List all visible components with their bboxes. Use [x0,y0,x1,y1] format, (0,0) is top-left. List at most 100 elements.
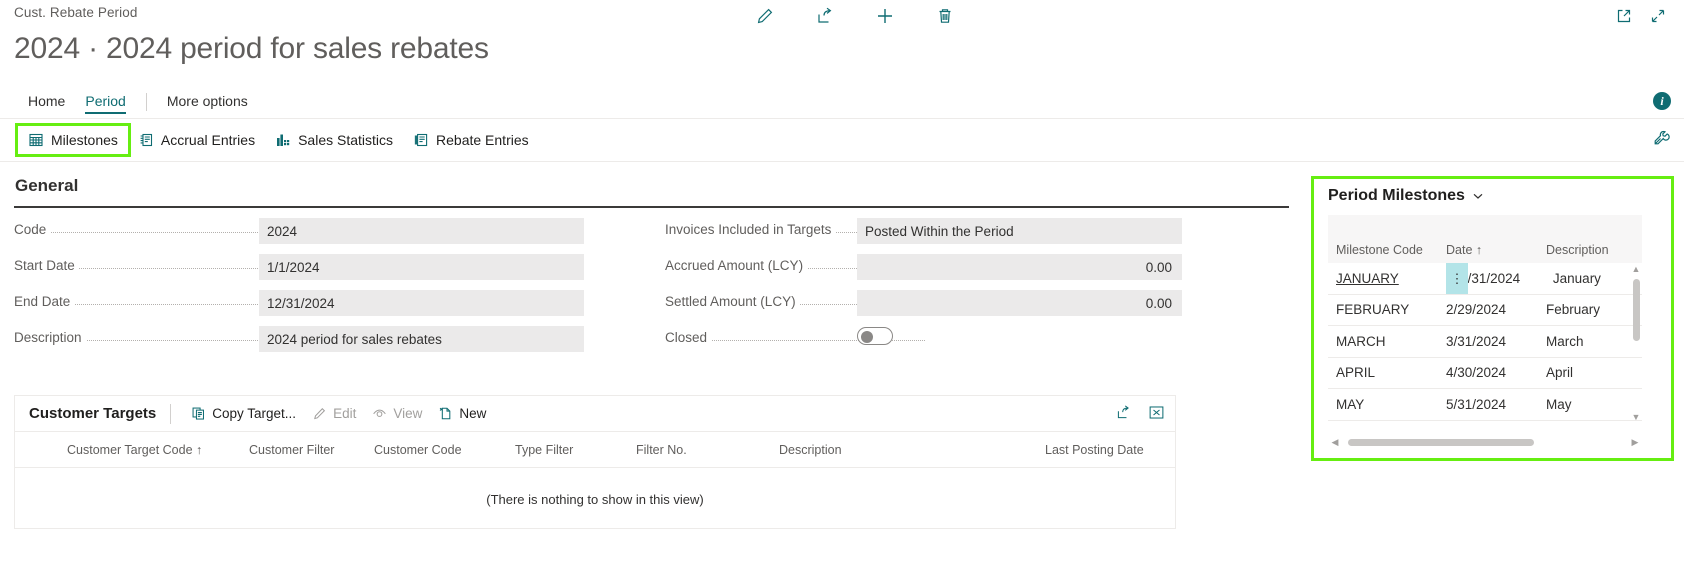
customer-targets-title: Customer Targets [29,405,157,422]
milestone-row[interactable]: APRIL 4/30/2024 April [1328,358,1642,389]
milestone-code-cell[interactable]: MAY [1328,397,1446,412]
ledger-entries-icon [413,132,429,148]
field-code-label: Code [14,222,51,237]
top-command-icons [735,0,975,32]
scroll-down-arrow-icon[interactable]: ▼ [1630,411,1642,423]
column-customer-target-code[interactable]: Customer Target Code ↑ [67,443,202,457]
new-button[interactable]: New [430,402,494,425]
edit-button: Edit [304,402,364,425]
column-description[interactable]: Description [1546,243,1642,257]
milestone-code-cell[interactable]: APRIL [1328,365,1446,380]
field-accrued-amount-input[interactable]: 0.00 [857,254,1182,280]
field-settled-amount-input[interactable]: 0.00 [857,290,1182,316]
field-start-date-input[interactable]: 1/1/2024 [259,254,584,280]
new-document-icon [438,406,453,421]
toggle-knob [861,330,873,343]
share-icon[interactable] [795,0,855,32]
milestone-code-cell[interactable]: FEBRUARY [1328,302,1446,317]
action-accrual-entries[interactable]: Accrual Entries [128,126,265,154]
info-badge-icon[interactable]: i [1653,92,1671,110]
field-row: Start Date 1/1/2024 Accrued Amount (LCY)… [0,254,1290,290]
field-settled-amount-label: Settled Amount (LCY) [665,294,800,309]
horizontal-scroll-track[interactable] [1342,435,1628,449]
trash-icon[interactable] [915,0,975,32]
column-description[interactable]: Description [779,443,842,457]
settings-wrench-icon[interactable] [1652,129,1670,147]
column-customer-filter[interactable]: Customer Filter [249,443,334,457]
period-milestones-title[interactable]: Period Milestones [1320,183,1668,215]
header-divider [170,403,172,424]
horizontal-scroll-thumb[interactable] [1348,438,1534,446]
eye-icon [372,406,387,421]
field-code-input[interactable]: 2024 [259,218,584,244]
field-end-date-label: End Date [14,294,75,309]
share-icon[interactable] [1115,404,1132,421]
pencil-icon [312,406,327,421]
field-closed: Closed [665,326,1275,354]
empty-state-message: (There is nothing to show in this view) [486,492,704,507]
milestone-description-cell: February [1546,302,1601,318]
field-description: Description 2024 period for sales rebate… [14,326,624,354]
field-end-date-input[interactable]: 12/31/2024 [259,290,584,316]
tab-period[interactable]: Period [75,89,135,116]
column-customer-code[interactable]: Customer Code [374,443,462,457]
action-sales-statistics[interactable]: Sales Statistics [265,126,403,154]
field-row: End Date 12/31/2024 Settled Amount (LCY)… [0,290,1290,326]
edit-pencil-icon[interactable] [735,0,795,32]
milestone-description-cell: May [1546,396,1572,412]
action-ribbon: Milestones Accrual Entries Sales Statist… [0,119,1684,161]
tab-more-options[interactable]: More options [157,89,258,116]
scroll-left-arrow-icon[interactable]: ◀ [1328,435,1342,449]
action-rebate-entries[interactable]: Rebate Entries [403,126,539,154]
scroll-up-arrow-icon[interactable]: ▲ [1630,263,1642,275]
milestone-code-cell[interactable]: JANUARY [1328,271,1438,286]
breadcrumb: Cust. Rebate Period [14,5,138,20]
field-invoices-included-in-targets: Invoices Included in Targets Posted With… [665,218,1275,246]
new-label: New [459,406,487,421]
milestone-row[interactable]: FEBRUARY 2/29/2024 February [1328,295,1642,326]
milestones-horizontal-scrollbar[interactable]: ◀ ▶ [1328,435,1642,449]
column-milestone-code[interactable]: Milestone Code [1328,243,1446,257]
table-header-row: Customer Target Code ↑ Customer Filter C… [15,432,1175,468]
main-content: General Code 2024 Invoices Included in T… [0,162,1290,573]
tab-home[interactable]: Home [18,89,75,116]
open-in-new-window-icon[interactable] [1608,0,1640,32]
page-title: 2024 · 2024 period for sales rebates [14,32,489,65]
field-accrued-amount-label: Accrued Amount (LCY) [665,258,808,273]
field-start-date: Start Date 1/1/2024 [14,254,624,282]
period-milestones-factbox: Period Milestones Milestone Code Date ↑ … [1320,183,1668,455]
open-in-excel-icon[interactable] [1148,404,1165,421]
action-rebate-entries-label: Rebate Entries [436,132,529,148]
milestone-row[interactable]: JANUARY ⋮ 1/31/2024 January [1328,262,1642,295]
top-command-bar: Cust. Rebate Period [0,0,1684,32]
window-controls [1608,0,1674,32]
customer-targets-table: Customer Target Code ↑ Customer Filter C… [15,432,1175,528]
app-window: Cust. Rebate Period 2024 · 2024 period f… [0,0,1684,573]
vertical-scroll-thumb[interactable] [1632,279,1640,341]
milestones-vertical-scrollbar[interactable]: ▲ ▼ [1630,263,1642,423]
milestone-row[interactable]: MAY 5/31/2024 May [1328,389,1642,421]
milestone-date-cell: 4/30/2024 [1446,365,1507,381]
column-filter-no[interactable]: Filter No. [636,443,687,457]
column-type-filter[interactable]: Type Filter [515,443,573,457]
milestone-row[interactable]: MARCH 3/31/2024 March [1328,326,1642,358]
tab-strip: Home Period More options [0,86,1684,118]
grid-table-icon [28,132,44,148]
general-section-rule [14,206,1289,208]
collapse-icon[interactable] [1642,0,1674,32]
scroll-right-arrow-icon[interactable]: ▶ [1628,435,1642,449]
action-milestones[interactable]: Milestones [15,123,131,157]
column-last-posting-date[interactable]: Last Posting Date [1045,443,1144,457]
milestone-code-cell[interactable]: MARCH [1328,334,1446,349]
milestone-description-cell: March [1546,333,1584,349]
copy-target-button[interactable]: Copy Target... [183,402,304,425]
field-description-input[interactable]: 2024 period for sales rebates [259,326,584,352]
field-closed-toggle[interactable] [857,327,893,345]
plus-icon[interactable] [855,0,915,32]
bar-chart-icon [275,132,291,148]
milestone-date-cell: 3/31/2024 [1446,333,1507,349]
field-invoices-included-input[interactable]: Posted Within the Period [857,218,1182,244]
row-menu-icon[interactable]: ⋮ [1446,262,1468,294]
column-date[interactable]: Date ↑ [1446,243,1546,257]
chevron-down-icon[interactable] [1471,189,1485,203]
